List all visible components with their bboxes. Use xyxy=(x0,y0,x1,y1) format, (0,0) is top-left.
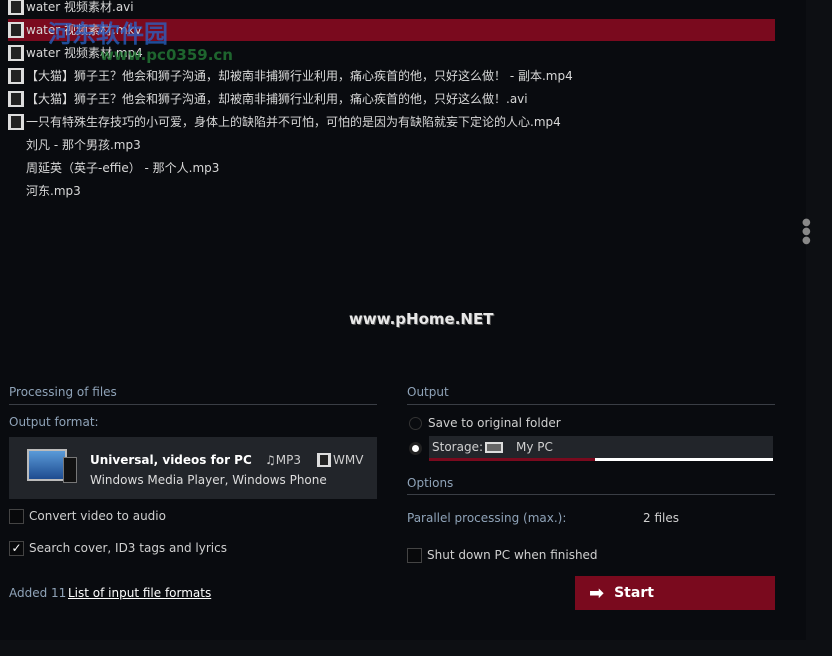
input-formats-link[interactable]: List of input file formats xyxy=(68,586,211,600)
storage-underline-accent xyxy=(429,458,595,461)
file-name: 刘凡 - 那个男孩.mp3 xyxy=(26,138,141,152)
audio-format: ♫MP3 xyxy=(265,453,301,467)
file-list-item[interactable]: 刘凡 - 那个男孩.mp3 xyxy=(8,134,775,156)
file-name: 【大猫】狮子王？他会和狮子沟通，却被南非捕狮行业利用，痛心疾首的他，只好这么做！… xyxy=(26,92,528,106)
phone-icon xyxy=(63,457,77,483)
output-format-selector[interactable]: Universal, videos for PC Windows Media P… xyxy=(9,437,377,499)
arrow-right-icon: ➡ xyxy=(589,582,605,604)
options-section-title: Options xyxy=(407,476,454,490)
film-icon xyxy=(317,453,331,467)
film-icon xyxy=(8,22,24,38)
storage-value: My PC xyxy=(516,440,553,454)
film-icon xyxy=(8,0,24,15)
start-button[interactable]: ➡ Start xyxy=(575,576,775,610)
watermark-url: www.pc0359.cn xyxy=(100,46,233,64)
search-cover-label: Search cover, ID3 tags and lyrics xyxy=(29,541,227,555)
save-original-label: Save to original folder xyxy=(428,416,561,430)
storage-label: Storage: xyxy=(432,440,483,454)
music-note-icon: ♫ xyxy=(265,453,276,467)
film-icon xyxy=(8,91,24,107)
parallel-value[interactable]: 2 files xyxy=(643,511,679,525)
file-list-item[interactable]: 【大猫】狮子王？他会和狮子沟通，却被南非捕狮行业利用，痛心疾首的他，只好这么做！… xyxy=(8,88,775,110)
file-list-item[interactable]: 河东.mp3 xyxy=(8,180,775,202)
save-original-radio[interactable] xyxy=(409,417,422,430)
checkmark-icon: ✓ xyxy=(11,541,22,555)
search-cover-checkbox[interactable]: ✓ xyxy=(9,541,24,556)
device-image-icon xyxy=(27,449,67,481)
storage-selector[interactable]: Storage: My PC xyxy=(429,436,773,461)
shutdown-checkbox[interactable] xyxy=(407,548,422,563)
convert-audio-label: Convert video to audio xyxy=(29,509,166,523)
pc-icon xyxy=(485,442,503,453)
watermark-center: www.pHome.NET xyxy=(349,310,494,328)
file-list-item[interactable]: 【大猫】狮子王？他会和狮子沟通，却被南非捕狮行业利用，痛心疾首的他，只好这么做！… xyxy=(8,65,775,87)
video-format: WMV xyxy=(317,453,363,467)
file-list-item[interactable]: 周延英（英子-effie） - 那个人.mp3 xyxy=(8,157,775,179)
output-format-label: Output format: xyxy=(9,415,99,429)
file-name: 河东.mp3 xyxy=(26,184,81,198)
more-options-icon[interactable]: ● ● ● xyxy=(802,218,811,246)
film-icon xyxy=(8,68,24,84)
file-name: 【大猫】狮子王？他会和狮子沟通，却被南非捕狮行业利用，痛心疾首的他，只好这么做！… xyxy=(26,69,573,83)
film-icon xyxy=(8,45,24,61)
shutdown-label: Shut down PC when finished xyxy=(427,548,598,562)
divider xyxy=(407,494,775,495)
main-panel: water 视频素材.avi water 视频素材.mkv water 视频素材.m… xyxy=(0,0,806,640)
format-title: Universal, videos for PC xyxy=(90,453,252,467)
file-list-item[interactable]: 一只有特殊生存技巧的小可爱，身体上的缺陷并不可怕，可怕的是因为有缺陷就妄下定论的… xyxy=(8,111,775,133)
storage-underline xyxy=(595,458,773,461)
divider xyxy=(9,404,377,405)
watermark-logo: 河东软件园 xyxy=(48,20,168,48)
file-name: 一只有特殊生存技巧的小可爱，身体上的缺陷并不可怕，可怕的是因为有缺陷就妄下定论的… xyxy=(26,115,561,129)
file-name: 周延英（英子-effie） - 那个人.mp3 xyxy=(26,161,220,175)
storage-radio[interactable] xyxy=(409,442,422,455)
output-section-title: Output xyxy=(407,385,449,399)
processing-section-title: Processing of files xyxy=(9,385,117,399)
divider xyxy=(407,404,775,405)
film-icon xyxy=(8,114,24,130)
added-count: Added 11 xyxy=(9,586,67,600)
parallel-label: Parallel processing (max.): xyxy=(407,511,567,525)
convert-audio-checkbox[interactable] xyxy=(9,509,24,524)
format-subtitle: Windows Media Player, Windows Phone xyxy=(90,473,327,487)
